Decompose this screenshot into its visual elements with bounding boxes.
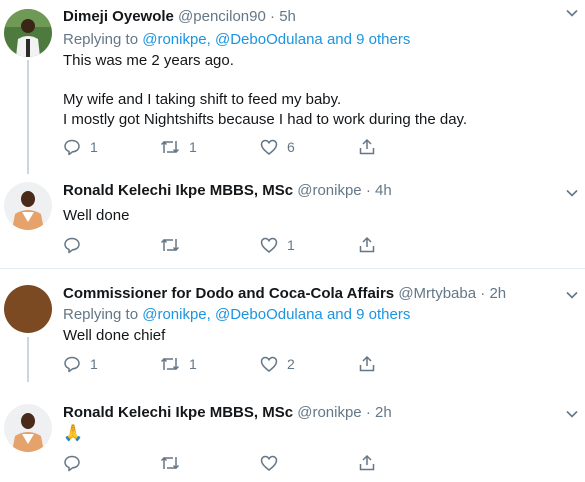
tweet[interactable]: Ronald Kelechi Ikpe MBBS, MSc @ronikpe ·… — [0, 382, 585, 482]
share-icon — [359, 454, 375, 471]
replying-to: Replying to @ronikpe, @DeboOdulana and 9… — [63, 305, 410, 325]
avatar[interactable] — [4, 285, 52, 333]
retweet-button[interactable]: 1 — [160, 354, 197, 374]
reply-icon — [64, 455, 80, 472]
share-button[interactable] — [358, 235, 376, 255]
retweet-button[interactable] — [160, 453, 189, 473]
user-handle[interactable]: @ronikpe — [297, 404, 361, 421]
reply-icon — [64, 237, 80, 254]
avatar[interactable] — [4, 9, 52, 57]
share-button[interactable] — [358, 354, 376, 374]
tweet-text-line: This was me 2 years ago. — [63, 52, 234, 69]
tweet-actions: 1 1 2 — [63, 354, 383, 374]
replying-label: Replying to — [63, 31, 139, 48]
retweet-button[interactable] — [160, 235, 189, 255]
tweet-header: Commissioner for Dodo and Coca-Cola Affa… — [63, 284, 506, 304]
display-name[interactable]: Ronald Kelechi Ikpe MBBS, MSc — [63, 182, 293, 199]
like-button[interactable]: 1 — [260, 235, 295, 255]
thread-line — [27, 60, 29, 174]
like-button[interactable] — [260, 453, 287, 473]
thread-line — [27, 337, 29, 382]
tweet-text: Well done — [63, 207, 130, 224]
share-button[interactable] — [358, 453, 376, 473]
chevron-down-icon[interactable] — [565, 6, 579, 20]
like-button[interactable]: 2 — [260, 354, 295, 374]
share-button[interactable] — [358, 137, 376, 157]
tweet[interactable]: Commissioner for Dodo and Coca-Cola Affa… — [0, 269, 585, 382]
separator-dot: · — [365, 404, 371, 421]
display-name[interactable]: Dimeji Oyewole — [63, 8, 174, 25]
retweet-count: 1 — [189, 139, 197, 155]
heart-icon — [260, 455, 278, 471]
user-handle[interactable]: @pencilon90 — [178, 8, 266, 25]
share-icon — [359, 236, 375, 253]
chevron-down-icon[interactable] — [565, 186, 579, 200]
tweet-header: Dimeji Oyewole @pencilon90 · 5h — [63, 7, 296, 27]
reply-button[interactable]: 1 — [63, 137, 98, 157]
replying-mentions-link[interactable]: @ronikpe, @DeboOdulana and 9 others — [142, 306, 410, 323]
user-handle[interactable]: @ronikpe — [297, 182, 361, 199]
reply-icon — [64, 139, 80, 156]
reply-count: 1 — [90, 139, 98, 155]
tweet-text-line: I mostly got Nightshifts because I had t… — [63, 111, 468, 128]
like-count: 1 — [287, 237, 295, 253]
replying-to: Replying to @ronikpe, @DeboOdulana and 9… — [63, 30, 410, 50]
retweet-icon — [160, 456, 180, 470]
like-count: 6 — [287, 139, 295, 155]
tweet-header: Ronald Kelechi Ikpe MBBS, MSc @ronikpe ·… — [63, 181, 392, 201]
heart-icon — [260, 139, 278, 155]
reply-button[interactable] — [63, 453, 90, 473]
share-icon — [359, 355, 375, 372]
replying-label: Replying to — [63, 306, 139, 323]
user-handle[interactable]: @Mrtybaba — [398, 285, 476, 302]
chevron-down-icon[interactable] — [565, 407, 579, 421]
tweet-text: 🙏 — [63, 425, 83, 442]
separator-dot: · — [480, 285, 486, 302]
replying-mentions-link[interactable]: @ronikpe, @DeboOdulana and 9 others — [142, 31, 410, 48]
tweet-actions: 1 — [63, 235, 383, 255]
reply-button[interactable] — [63, 235, 90, 255]
reply-button[interactable]: 1 — [63, 354, 98, 374]
separator-dot: · — [365, 182, 371, 199]
avatar[interactable] — [4, 404, 52, 452]
tweet-header: Ronald Kelechi Ikpe MBBS, MSc @ronikpe ·… — [63, 403, 392, 423]
like-count: 2 — [287, 356, 295, 372]
retweet-icon — [160, 140, 180, 154]
timestamp[interactable]: 2h — [375, 404, 392, 421]
chevron-down-icon[interactable] — [565, 288, 579, 302]
reply-icon — [64, 356, 80, 373]
retweet-count: 1 — [189, 356, 197, 372]
tweet-text-line: My wife and I taking shift to feed my ba… — [63, 91, 342, 108]
display-name[interactable]: Commissioner for Dodo and Coca-Cola Affa… — [63, 285, 394, 302]
tweet[interactable]: Ronald Kelechi Ikpe MBBS, MSc @ronikpe ·… — [0, 174, 585, 268]
like-button[interactable]: 6 — [260, 137, 295, 157]
timestamp[interactable]: 4h — [375, 182, 392, 199]
heart-icon — [260, 237, 278, 253]
tweet[interactable]: Dimeji Oyewole @pencilon90 · 5h Replying… — [0, 0, 585, 174]
separator-dot: · — [270, 8, 276, 25]
tweet-actions: 1 1 6 — [63, 137, 383, 157]
timestamp[interactable]: 5h — [279, 8, 296, 25]
share-icon — [359, 138, 375, 155]
tweet-actions — [63, 453, 383, 473]
display-name[interactable]: Ronald Kelechi Ikpe MBBS, MSc — [63, 404, 293, 421]
retweet-icon — [160, 357, 180, 371]
retweet-icon — [160, 238, 180, 252]
tweet-text: Well done chief — [63, 327, 166, 344]
timestamp[interactable]: 2h — [489, 285, 506, 302]
avatar[interactable] — [4, 182, 52, 230]
retweet-button[interactable]: 1 — [160, 137, 197, 157]
reply-count: 1 — [90, 356, 98, 372]
heart-icon — [260, 356, 278, 372]
